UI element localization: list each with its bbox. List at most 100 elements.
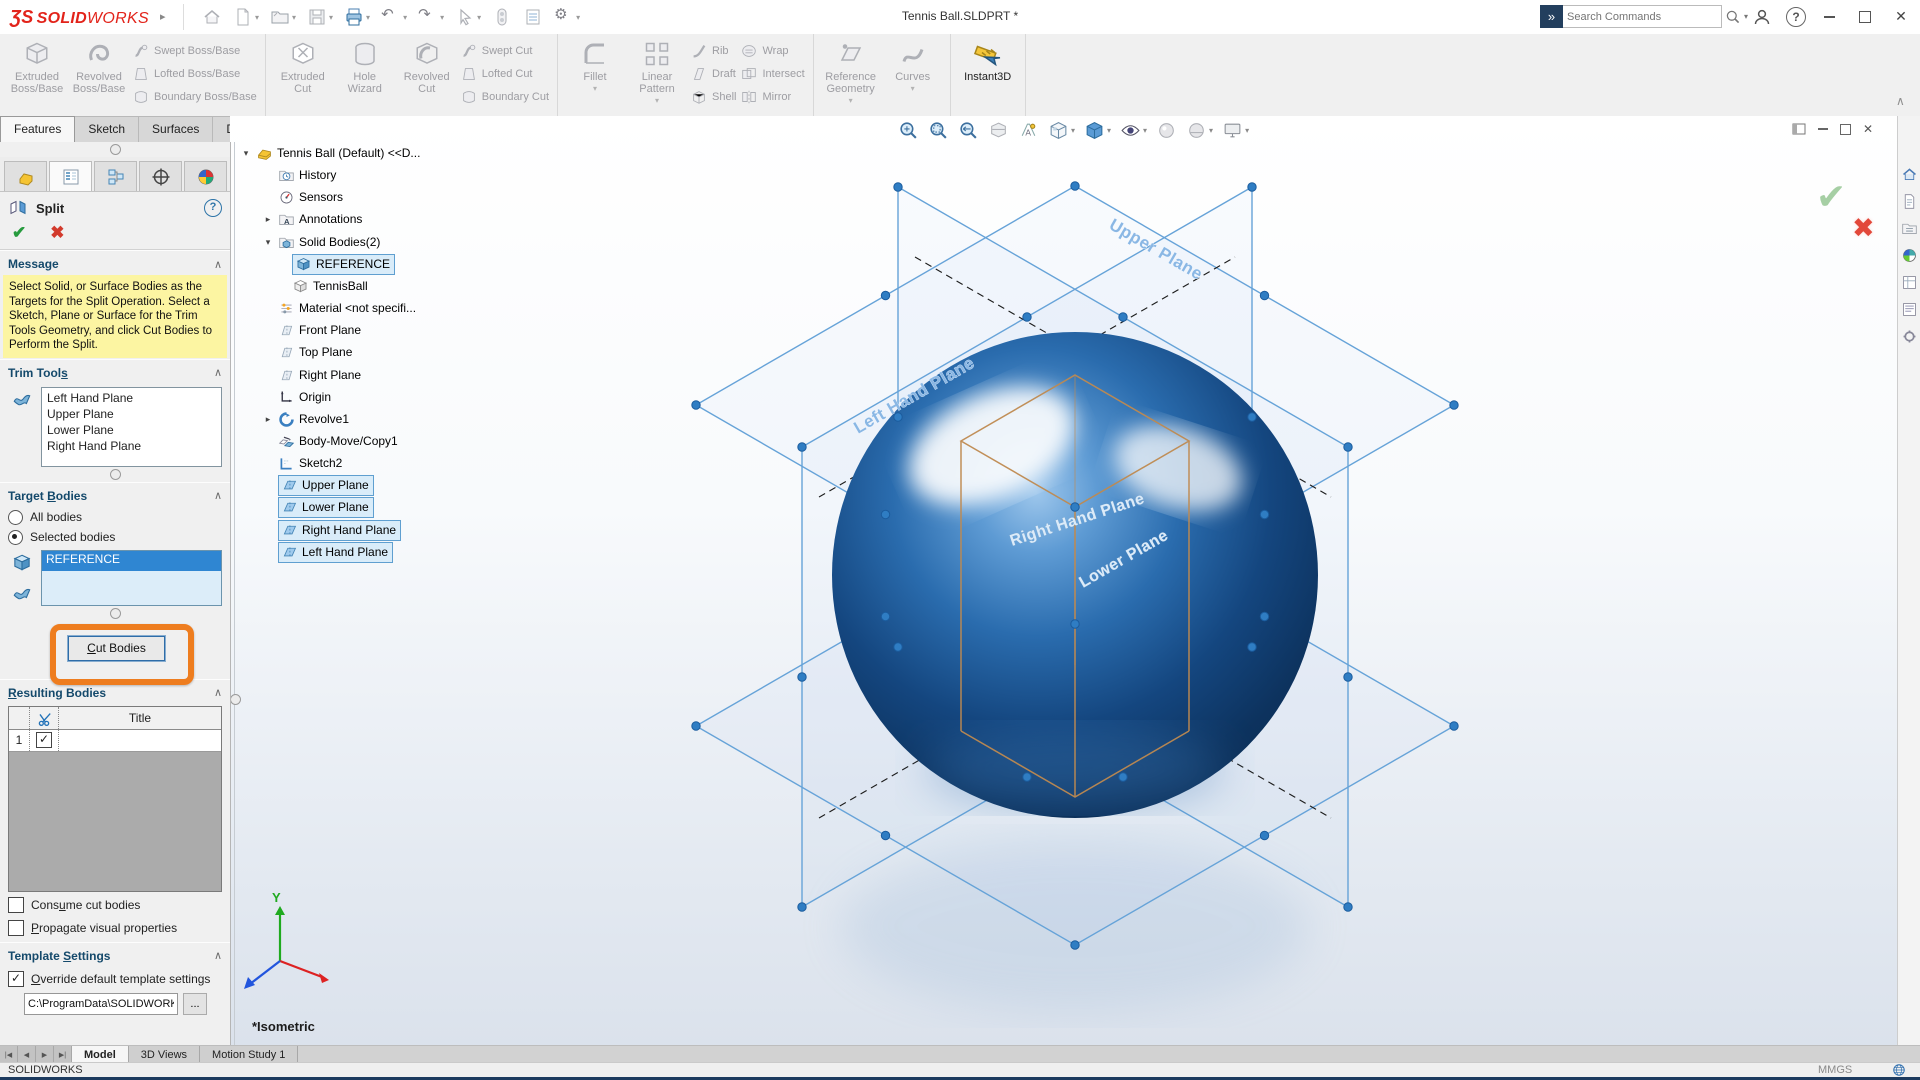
options-gear-icon[interactable]: ⚙▾ [552,5,582,29]
tree-item-tennis-ball-default-d[interactable]: ▾Tennis Ball (Default) <<D... [240,143,420,163]
dropdown-caret-icon[interactable]: ▾ [576,13,580,22]
lofted-cut-button[interactable]: Lofted Cut [460,64,549,84]
boundary-cut-button[interactable]: Boundary Cut [460,87,549,107]
plane-vertex-dot[interactable] [1344,673,1352,681]
task-pane-document-icon[interactable] [1901,193,1918,210]
wrap-button[interactable]: Wrap [740,41,804,61]
tree-item-annotations[interactable]: ▸AAnnotations [262,209,362,229]
units-indicator[interactable]: MMGS [1818,1064,1852,1076]
confirm-cancel-icon[interactable]: ✖ [1852,213,1875,244]
tree-item-upper-plane[interactable]: Upper Plane [262,475,374,495]
trim-tool-item[interactable]: Lower Plane [47,422,216,438]
trim-tools-section-header[interactable]: Trim Tools ∧ [0,359,230,383]
new-file-icon[interactable]: ▾ [231,5,261,29]
undo-icon[interactable]: ↶▾ [379,5,409,29]
fillet-button[interactable]: Fillet▾ [566,36,624,114]
hole-wizard-button[interactable]: HoleWizard [336,36,394,114]
home-icon[interactable] [200,5,224,29]
swept-boss-base-button[interactable]: Swept Boss/Base [132,41,257,61]
plane-vertex-dot[interactable] [1119,313,1127,321]
plane-vertex-dot[interactable] [1344,903,1352,911]
plane-vertex-dot[interactable] [692,722,700,730]
plane-vertex-dot[interactable] [1260,291,1268,299]
search-dropdown-icon[interactable]: ▾ [1744,12,1748,21]
zoom-area-button[interactable] [928,120,949,141]
task-pane-design-library-icon[interactable] [1901,220,1918,237]
tree-item-left-hand-plane[interactable]: Left Hand Plane [262,542,393,562]
plane-vertex-dot[interactable] [894,183,902,191]
tab-surfaces[interactable]: Surfaces [138,116,213,142]
graphics-area[interactable]: Upper Plane Left Hand Plane Right Hand P… [230,116,1897,1045]
pm-prop-tab[interactable] [49,161,92,191]
dropdown-caret-icon[interactable]: ▾ [1071,126,1075,135]
extruded-boss-base-button[interactable]: ExtrudedBoss/Base [8,36,66,114]
lofted-boss-base-button[interactable]: Lofted Boss/Base [132,64,257,84]
tab-features[interactable]: Features [0,116,75,142]
reference-geometry-button[interactable]: ReferenceGeometry▾ [822,36,880,114]
panel-splitter-handle[interactable] [110,144,121,155]
tree-item-history[interactable]: History [262,165,336,185]
plane-vertex-dot[interactable] [1071,941,1079,949]
dropdown-caret-icon[interactable]: ▾ [849,96,853,105]
plane-vertex-dot[interactable] [881,831,889,839]
task-pane-tools-icon[interactable] [1901,328,1918,345]
nav-last-button[interactable]: ▶| [54,1046,72,1063]
plane-vertex-dot[interactable] [1071,182,1079,190]
swept-cut-button[interactable]: Swept Cut [460,41,549,61]
doc-restore-icon[interactable] [1840,124,1851,135]
radio-selected-bodies[interactable]: Selected bodies [0,526,230,546]
help-icon[interactable]: ? [1786,7,1806,27]
pm-dimx-tab[interactable] [139,161,182,191]
dropdown-caret-icon[interactable]: ▾ [403,13,407,22]
tree-expander-icon[interactable]: ▸ [262,214,274,225]
task-pane-view-palette-icon[interactable] [1901,274,1918,291]
user-account-icon[interactable] [1752,7,1772,27]
resulting-bodies-table[interactable]: Title 1 ✓ [8,706,222,892]
dropdown-caret-icon[interactable]: ▾ [477,13,481,22]
plane-vertex-dot[interactable] [1260,612,1268,620]
collapse-chevron-icon[interactable]: ∧ [214,258,222,271]
tree-item-top-plane[interactable]: Top Plane [262,342,352,362]
tree-item-right-plane[interactable]: Right Plane [262,365,361,385]
rebuild-icon[interactable] [490,5,514,29]
section-resize-handle[interactable] [110,469,121,480]
tree-item-tennisball[interactable]: TennisBall [292,276,368,296]
plane-vertex-dot[interactable] [1260,831,1268,839]
edit-appearance-button[interactable] [1156,120,1177,141]
tree-pane-splitter[interactable] [234,142,235,1045]
dropdown-caret-icon[interactable]: ▾ [911,84,915,93]
plane-vertex-dot[interactable] [798,903,806,911]
tree-item-front-plane[interactable]: Front Plane [262,320,361,340]
pm-display-tab[interactable] [184,161,227,191]
minimize-button[interactable] [1812,0,1846,33]
collapse-chevron-icon[interactable]: ∧ [214,949,222,962]
task-pane-home-icon[interactable] [1901,166,1918,183]
cut-bodies-button[interactable]: Cut Bodies [68,636,165,661]
cancel-button[interactable]: ✖ [50,223,64,243]
boundary-boss-base-button[interactable]: Boundary Boss/Base [132,87,257,107]
section-resize-handle[interactable] [110,608,121,619]
dropdown-caret-icon[interactable]: ▾ [655,96,659,105]
tree-item-origin[interactable]: Origin [262,387,331,407]
plane-vertex-dot[interactable] [1344,443,1352,451]
logo-expand-arrow-icon[interactable]: ▸ [160,10,166,23]
help-circle-icon[interactable]: ? [204,199,222,217]
ribbon-collapse-icon[interactable]: ∧ [1896,94,1905,108]
dropdown-caret-icon[interactable]: ▾ [440,13,444,22]
globe-icon[interactable] [1892,1063,1906,1077]
table-row[interactable]: 1 ✓ [9,730,221,752]
plane-vertex-dot[interactable] [881,510,889,518]
collapse-chevron-icon[interactable]: ∧ [214,366,222,379]
radio-all-bodies[interactable]: All bodies [0,506,230,526]
mirror-button[interactable]: Mirror [740,87,804,107]
maximize-button[interactable] [1848,0,1882,33]
apply-scene-button[interactable]: ▾ [1186,120,1213,141]
dropdown-caret-icon[interactable]: ▾ [1209,126,1213,135]
save-icon[interactable]: ▾ [305,5,335,29]
tree-item-sketch2[interactable]: Sketch2 [262,453,342,473]
dropdown-caret-icon[interactable]: ▾ [1245,126,1249,135]
plane-vertex-dot[interactable] [1450,401,1458,409]
plane-vertex-dot[interactable] [798,673,806,681]
trim-tool-item[interactable]: Right Hand Plane [47,438,216,454]
select-cursor-icon[interactable]: ▾ [453,5,483,29]
